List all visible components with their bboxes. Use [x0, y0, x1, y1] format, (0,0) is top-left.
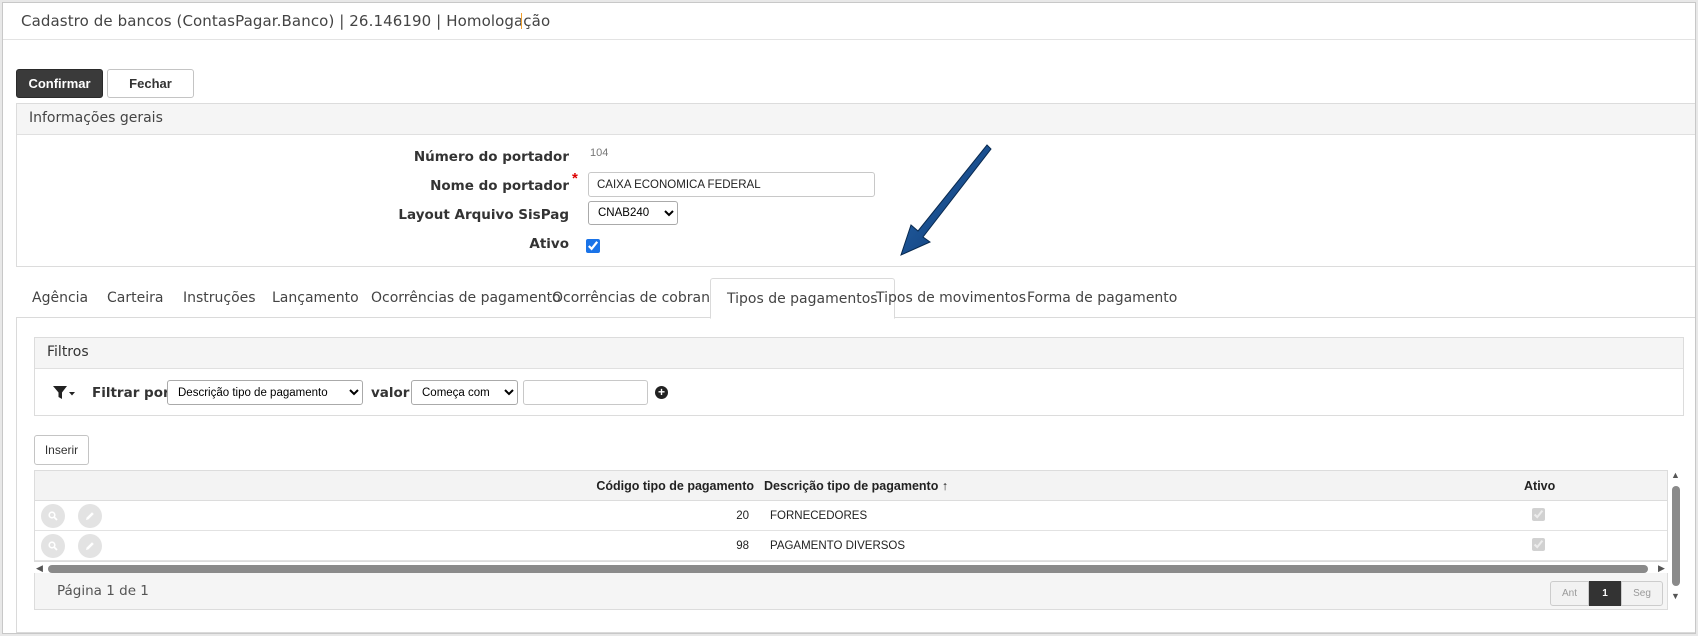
app-window: Cadastro de bancos (ContasPagar.Banco) |… — [2, 2, 1696, 634]
plus-circle-icon[interactable]: + — [655, 386, 668, 399]
text-cursor — [521, 13, 522, 29]
close-button[interactable]: Fechar — [107, 69, 194, 98]
layout-sispag-label: Layout Arquivo SisPag — [398, 207, 569, 223]
cell-code: 98 — [736, 540, 749, 552]
title-bar: Cadastro de bancos (ContasPagar.Banco) |… — [3, 3, 1695, 40]
filter-value-input[interactable] — [523, 380, 648, 405]
page-1-button[interactable]: 1 — [1589, 581, 1621, 606]
general-info-title: Informações gerais — [17, 104, 1695, 135]
cell-code: 20 — [736, 510, 749, 522]
cell-description: PAGAMENTO DIVERSOS — [770, 540, 906, 552]
horizontal-scroll-thumb[interactable] — [48, 565, 1648, 573]
tab-bar: Agência Carteira Instruções Lançamento O… — [16, 278, 1695, 319]
funnel-icon[interactable] — [52, 384, 76, 402]
previous-page-button[interactable]: Ant — [1550, 581, 1589, 606]
pagination-bar: Página 1 de 1 Ant 1 Seg — [34, 573, 1668, 610]
general-info-panel: Informações gerais Número do portador 10… — [16, 103, 1695, 267]
insert-button[interactable]: Inserir — [34, 435, 89, 465]
vertical-scrollbar[interactable]: ▲ ▼ — [1670, 470, 1682, 605]
filters-panel: Filtros Filtrar por Descrição tipo de pa… — [34, 337, 1684, 416]
table-header: Código tipo de pagamento Descrição tipo … — [35, 471, 1667, 501]
required-indicator: * — [572, 170, 578, 187]
column-header-description[interactable]: Descrição tipo de pagamento ↑ — [764, 479, 948, 493]
pencil-icon[interactable] — [78, 504, 102, 528]
ativo-label: Ativo — [529, 236, 569, 252]
column-header-code[interactable]: Código tipo de pagamento — [596, 479, 754, 493]
filter-field-select[interactable]: Descrição tipo de pagamento — [167, 380, 363, 405]
page-info: Página 1 de 1 — [57, 583, 149, 599]
cell-description: FORNECEDORES — [770, 510, 868, 522]
nome-portador-label: Nome do portador — [430, 178, 569, 194]
vertical-scroll-thumb[interactable] — [1672, 486, 1680, 586]
filter-by-label: Filtrar por — [92, 385, 170, 401]
pencil-icon[interactable] — [78, 534, 102, 558]
table-row[interactable]: 98 PAGAMENTO DIVERSOS — [35, 531, 1667, 561]
numero-portador-label: Número do portador — [413, 149, 569, 165]
payment-types-table: Código tipo de pagamento Descrição tipo … — [34, 470, 1668, 562]
layout-sispag-select[interactable]: CNAB240 — [588, 201, 678, 225]
scroll-down-icon[interactable]: ▼ — [1671, 591, 1680, 601]
table-row[interactable]: 20 FORNECEDORES — [35, 501, 1667, 531]
page-title: Cadastro de bancos (ContasPagar.Banco) |… — [21, 12, 551, 30]
next-page-button[interactable]: Seg — [1621, 581, 1663, 606]
nome-portador-input[interactable] — [588, 172, 875, 197]
cell-active-checkbox — [1532, 508, 1545, 521]
confirm-button[interactable]: Confirmar — [16, 69, 103, 98]
scroll-up-icon[interactable]: ▲ — [1671, 470, 1680, 480]
column-header-description-label: Descrição tipo de pagamento — [764, 479, 939, 493]
filter-value-label: valor — [371, 385, 410, 401]
cell-active-checkbox — [1532, 538, 1545, 551]
numero-portador-value: 104 — [590, 147, 609, 159]
sort-ascending-icon: ↑ — [941, 479, 949, 493]
filters-title: Filtros — [35, 338, 1683, 369]
tab-forma-pagamento[interactable]: Forma de pagamento — [1011, 278, 1193, 318]
filter-operator-select[interactable]: Começa com — [411, 380, 518, 405]
column-header-active[interactable]: Ativo — [1524, 479, 1555, 493]
magnifier-icon[interactable] — [41, 504, 65, 528]
ativo-checkbox[interactable] — [586, 239, 600, 253]
magnifier-icon[interactable] — [41, 534, 65, 558]
annotation-arrow — [900, 144, 992, 256]
